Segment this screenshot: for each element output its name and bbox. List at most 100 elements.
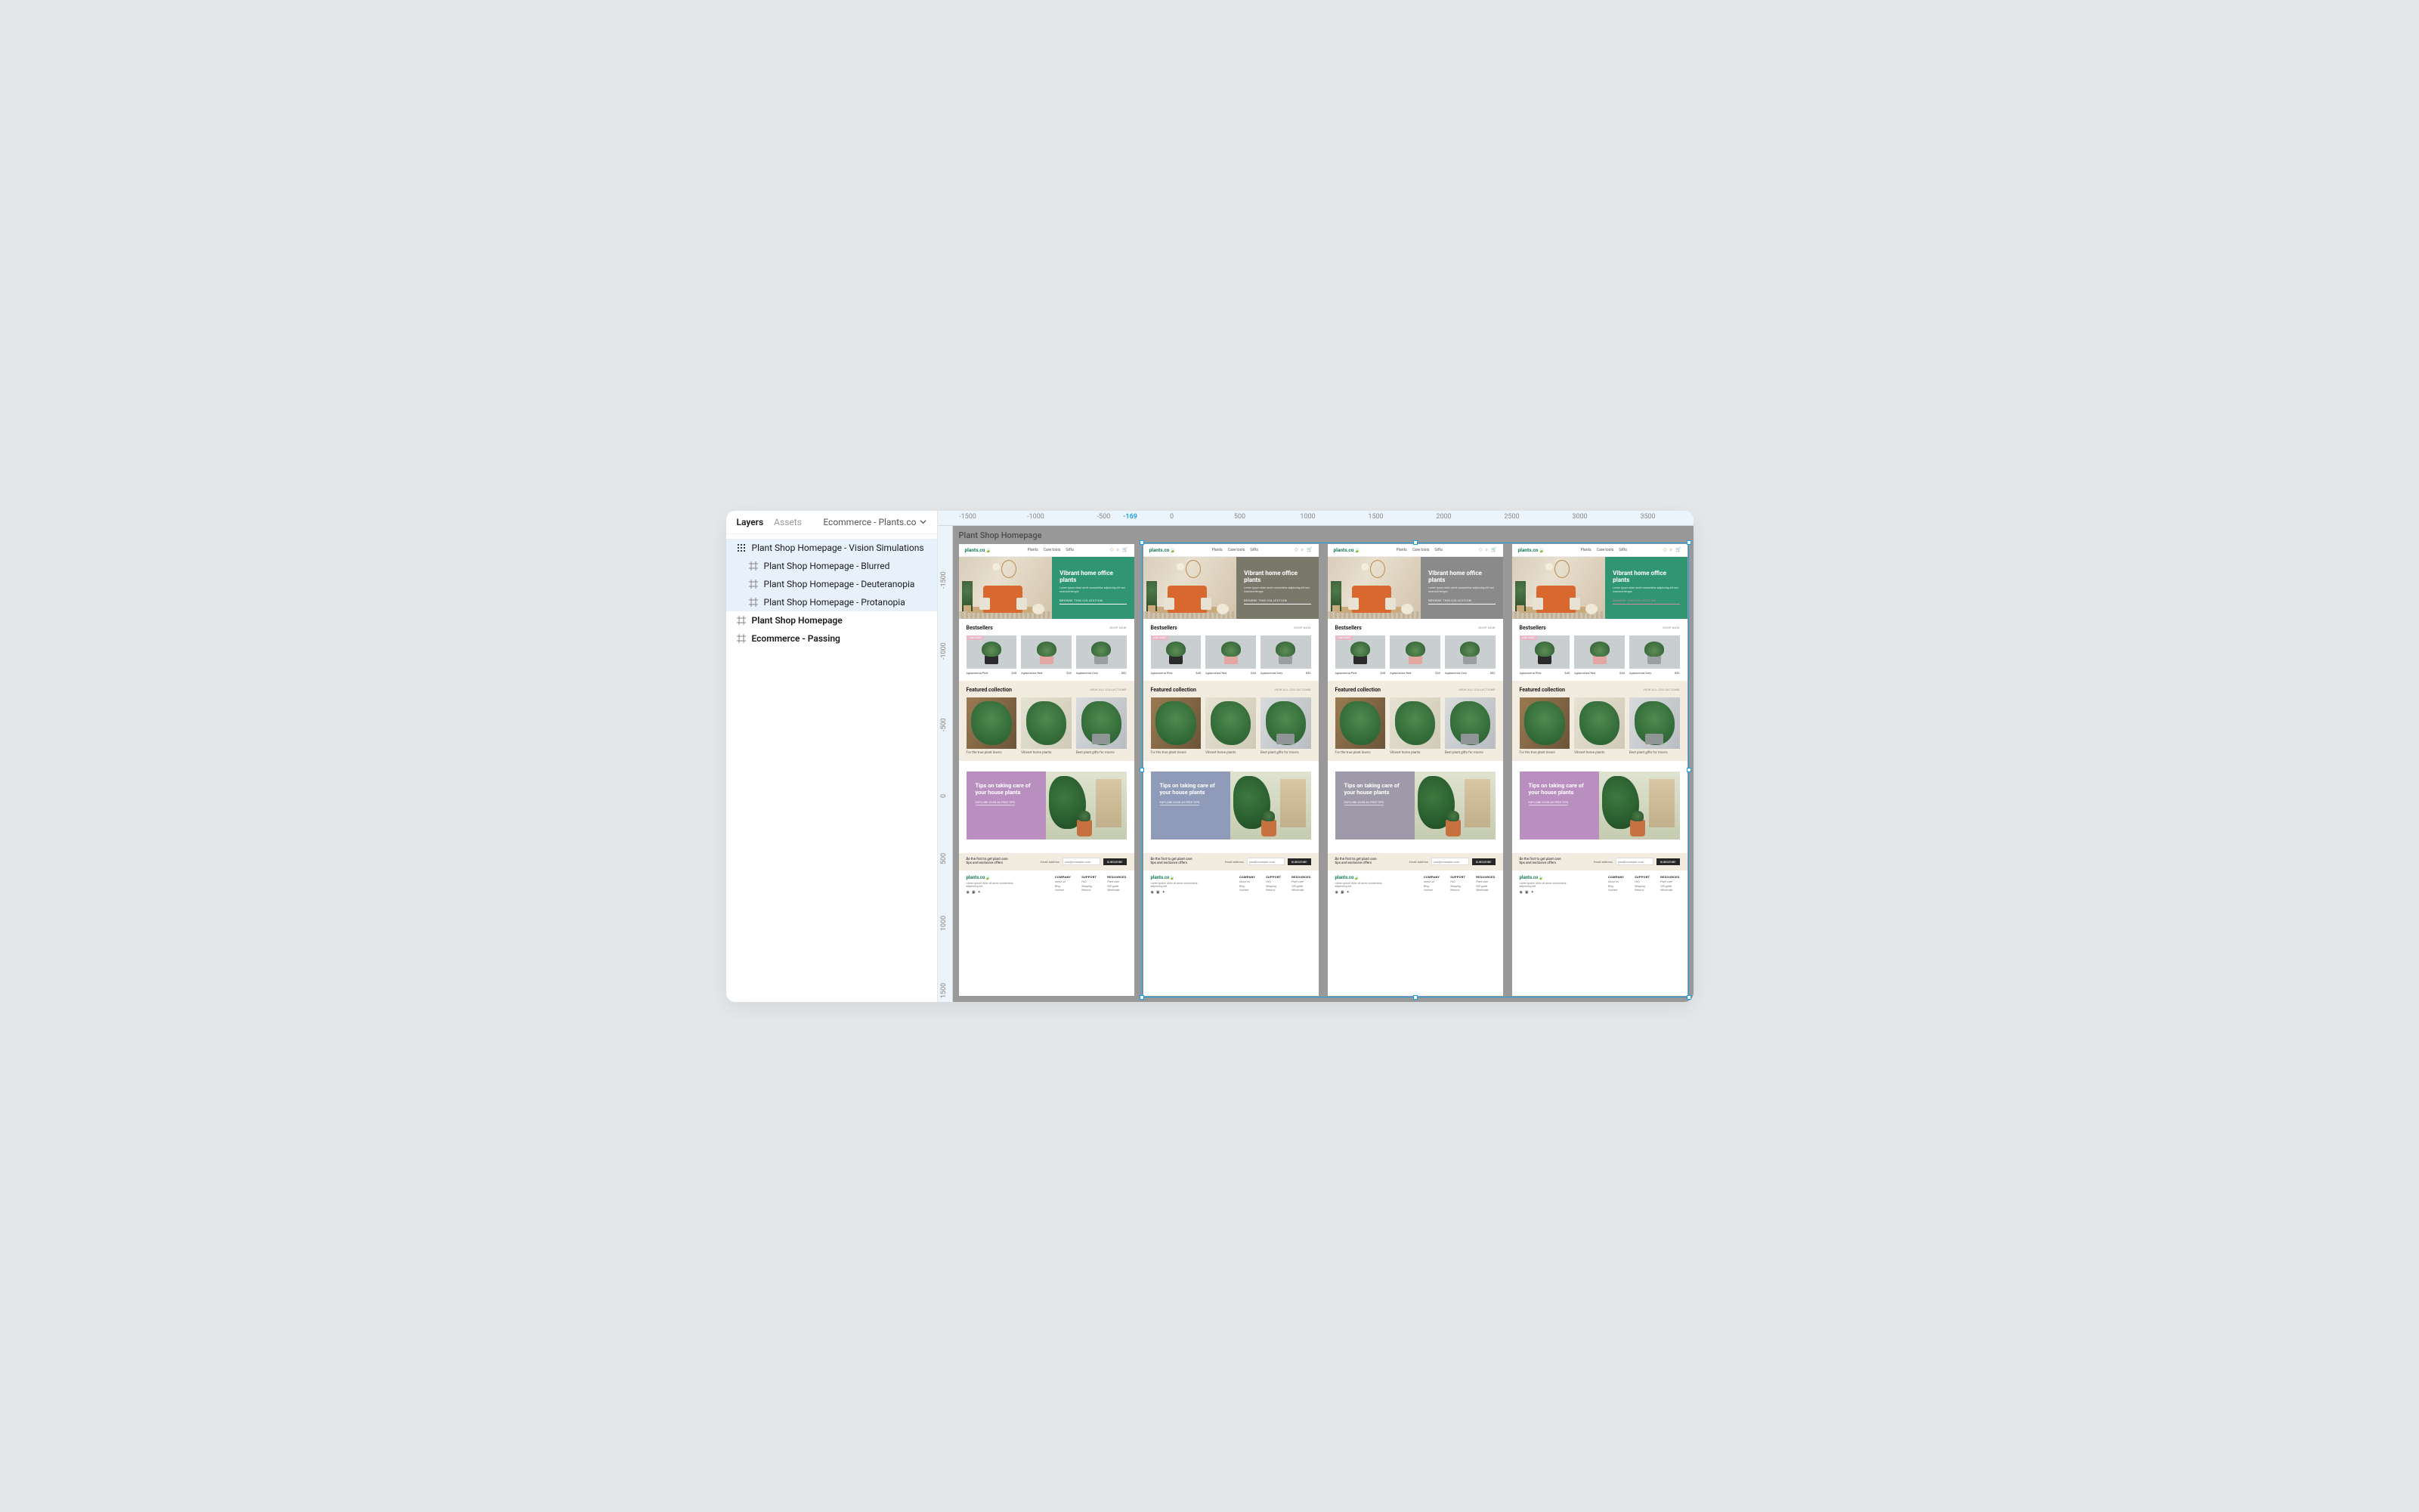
- tab-assets[interactable]: Assets: [774, 517, 802, 527]
- subscribe-button[interactable]: SUBSCRIBE: [1103, 858, 1127, 865]
- footer-link[interactable]: Returns: [1266, 889, 1281, 893]
- social-icon[interactable]: ◉: [1335, 890, 1338, 895]
- social-icon[interactable]: ▣: [1525, 890, 1529, 895]
- cart-icon[interactable]: 🛒: [1307, 547, 1312, 553]
- footer-link[interactable]: Wholesale: [1660, 889, 1679, 893]
- social-icon[interactable]: ◉: [1520, 890, 1523, 895]
- social-icon[interactable]: ✦: [978, 890, 981, 895]
- product-card[interactable]: LOW LIGHTAglaonema Pink$45: [967, 635, 1017, 675]
- artboard[interactable]: plants.co🍃 Plants Care tools Gifts ◇ ⌕ 🛒…: [1328, 544, 1503, 996]
- section-label[interactable]: Plant Shop Homepage: [959, 530, 1042, 540]
- hero-cta[interactable]: BROWSE THIS COLLECTION: [1059, 598, 1126, 604]
- bestsellers-link[interactable]: SHOP NOW: [1294, 626, 1310, 629]
- collection-card[interactable]: Best plant gifts for moms: [1445, 697, 1496, 755]
- product-card[interactable]: Aglaonema Red$40: [1021, 635, 1072, 675]
- product-card[interactable]: Aglaonema Grey$52: [1629, 635, 1680, 675]
- nav-link[interactable]: Gifts: [1619, 548, 1627, 552]
- subscribe-button[interactable]: SUBSCRIBE: [1656, 858, 1680, 865]
- footer-link[interactable]: Returns: [1450, 889, 1465, 893]
- featured-link[interactable]: VIEW ALL COLLECTIONS: [1090, 688, 1126, 691]
- nav-link[interactable]: Care tools: [1228, 548, 1245, 552]
- ruler-horizontal[interactable]: -1500-1000-500-1690500100015002000250030…: [938, 511, 1694, 526]
- featured-link[interactable]: VIEW ALL COLLECTIONS: [1459, 688, 1495, 691]
- product-card[interactable]: LOW LIGHTAglaonema Pink$45: [1335, 635, 1386, 675]
- social-icon[interactable]: ✦: [1531, 890, 1534, 895]
- collection-card[interactable]: Vibrant home plants: [1574, 697, 1625, 755]
- nav-link[interactable]: Gifts: [1250, 548, 1258, 552]
- site-logo[interactable]: plants.co🍃: [1149, 547, 1176, 553]
- collection-card[interactable]: For the true plant lovers: [967, 697, 1017, 755]
- social-icon[interactable]: ◉: [1151, 890, 1154, 895]
- footer-link[interactable]: Wholesale: [1476, 889, 1495, 893]
- product-card[interactable]: Aglaonema Grey$52: [1445, 635, 1496, 675]
- product-card[interactable]: LOW LIGHTAglaonema Pink$45: [1520, 635, 1570, 675]
- email-field[interactable]: [1431, 858, 1469, 865]
- search-icon[interactable]: ⌕: [1117, 547, 1119, 553]
- collection-card[interactable]: For the true plant lovers: [1520, 697, 1570, 755]
- collection-card[interactable]: For the true plant lovers: [1335, 697, 1386, 755]
- social-icon[interactable]: ✦: [1347, 890, 1350, 895]
- search-icon[interactable]: ⌕: [1486, 547, 1488, 553]
- cart-icon[interactable]: 🛒: [1122, 547, 1128, 553]
- social-icon[interactable]: ▣: [972, 890, 976, 895]
- email-field[interactable]: [1063, 858, 1100, 865]
- product-card[interactable]: LOW LIGHTAglaonema Pink$45: [1151, 635, 1202, 675]
- featured-link[interactable]: VIEW ALL COLLECTIONS: [1274, 688, 1310, 691]
- social-icon[interactable]: ▣: [1156, 890, 1160, 895]
- product-card[interactable]: Aglaonema Grey$52: [1076, 635, 1127, 675]
- layer-row[interactable]: Plant Shop Homepage - Blurred: [726, 557, 937, 575]
- product-card[interactable]: Aglaonema Grey$52: [1261, 635, 1311, 675]
- bestsellers-link[interactable]: SHOP NOW: [1109, 626, 1126, 629]
- social-icon[interactable]: ▣: [1341, 890, 1344, 895]
- collection-card[interactable]: Best plant gifts for moms: [1076, 697, 1127, 755]
- footer-link[interactable]: Returns: [1081, 889, 1097, 893]
- tips-cta[interactable]: EXPLORE OVER 40 FREE TIPS: [1160, 800, 1200, 805]
- collection-card[interactable]: Vibrant home plants: [1390, 697, 1440, 755]
- site-logo[interactable]: plants.co🍃: [1334, 547, 1360, 553]
- artboard[interactable]: plants.co🍃 Plants Care tools Gifts ◇ ⌕ 🛒…: [959, 544, 1134, 996]
- nav-link[interactable]: Gifts: [1066, 548, 1074, 552]
- layer-row[interactable]: Plant Shop Homepage: [726, 611, 937, 629]
- product-card[interactable]: Aglaonema Red$40: [1205, 635, 1256, 675]
- site-logo[interactable]: plants.co🍃: [965, 547, 991, 553]
- footer-logo[interactable]: plants.co🍃: [1151, 875, 1204, 880]
- user-icon[interactable]: ◇: [1110, 547, 1114, 553]
- layer-row[interactable]: Plant Shop Homepage - Deuteranopia: [726, 575, 937, 593]
- product-card[interactable]: Aglaonema Red$40: [1390, 635, 1440, 675]
- footer-link[interactable]: Returns: [1635, 889, 1650, 893]
- user-icon[interactable]: ◇: [1479, 547, 1483, 553]
- footer-logo[interactable]: plants.co🍃: [1520, 875, 1573, 880]
- collection-card[interactable]: Best plant gifts for moms: [1261, 697, 1311, 755]
- collection-card[interactable]: Vibrant home plants: [1205, 697, 1256, 755]
- footer-logo[interactable]: plants.co🍃: [967, 875, 1019, 880]
- nav-link[interactable]: Plants: [1581, 548, 1592, 552]
- nav-link[interactable]: Care tools: [1597, 548, 1614, 552]
- email-field[interactable]: [1616, 858, 1653, 865]
- footer-link[interactable]: Wholesale: [1291, 889, 1310, 893]
- search-icon[interactable]: ⌕: [1301, 547, 1304, 553]
- footer-link[interactable]: Contact: [1239, 889, 1255, 893]
- social-icon[interactable]: ◉: [967, 890, 970, 895]
- bestsellers-link[interactable]: SHOP NOW: [1478, 626, 1495, 629]
- footer-link[interactable]: Contact: [1055, 889, 1071, 893]
- nav-link[interactable]: Plants: [1212, 548, 1223, 552]
- collection-card[interactable]: Best plant gifts for moms: [1629, 697, 1680, 755]
- collection-card[interactable]: Vibrant home plants: [1021, 697, 1072, 755]
- site-logo[interactable]: plants.co🍃: [1518, 547, 1545, 553]
- cart-icon[interactable]: 🛒: [1491, 547, 1496, 553]
- product-card[interactable]: Aglaonema Red$40: [1574, 635, 1625, 675]
- user-icon[interactable]: ◇: [1295, 547, 1298, 553]
- footer-link[interactable]: Contact: [1608, 889, 1624, 893]
- nav-link[interactable]: Care tools: [1412, 548, 1430, 552]
- nav-link[interactable]: Care tools: [1044, 548, 1061, 552]
- layer-row[interactable]: Plant Shop Homepage - Protanopia: [726, 593, 937, 611]
- nav-link[interactable]: Plants: [1028, 548, 1038, 552]
- footer-link[interactable]: Wholesale: [1107, 889, 1126, 893]
- tab-layers[interactable]: Layers: [737, 517, 764, 527]
- artboard[interactable]: plants.co🍃 Plants Care tools Gifts ◇ ⌕ 🛒…: [1512, 544, 1687, 996]
- footer-logo[interactable]: plants.co🍃: [1335, 875, 1388, 880]
- hero-cta[interactable]: BROWSE THIS COLLECTION: [1613, 598, 1679, 604]
- footer-link[interactable]: Contact: [1424, 889, 1440, 893]
- layer-row[interactable]: Plant Shop Homepage - Vision Simulations: [726, 539, 937, 557]
- tips-cta[interactable]: EXPLORE OVER 40 FREE TIPS: [1344, 800, 1384, 805]
